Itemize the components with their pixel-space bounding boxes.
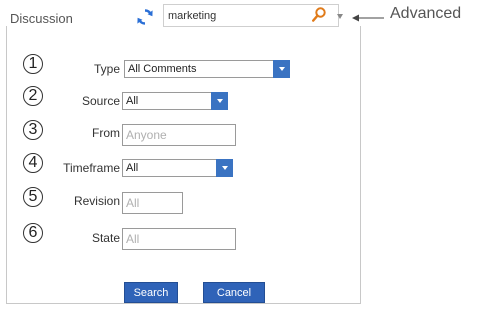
- type-label: Type: [93, 62, 120, 76]
- advanced-callout-label: Advanced: [390, 5, 462, 22]
- state-field[interactable]: [122, 228, 236, 250]
- revision-label: Revision: [73, 194, 120, 208]
- step-number-6: 6: [23, 223, 43, 243]
- chevron-down-icon[interactable]: [211, 92, 228, 110]
- from-field[interactable]: [122, 124, 236, 146]
- source-select[interactable]: All: [122, 92, 228, 110]
- chevron-down-icon[interactable]: [273, 60, 290, 78]
- source-select-value: All: [126, 95, 139, 107]
- from-label: From: [92, 126, 120, 140]
- timeframe-select-value: All: [126, 162, 139, 174]
- step-number-2: 2: [23, 86, 43, 106]
- panel-title: Discussion: [10, 11, 73, 26]
- step-number-1: 1: [23, 54, 43, 74]
- dropdown-caret-icon[interactable]: [337, 14, 343, 19]
- search-input[interactable]: [168, 8, 298, 23]
- type-select[interactable]: All Comments: [124, 60, 290, 78]
- chevron-down-icon[interactable]: [216, 159, 233, 177]
- refresh-icon[interactable]: [136, 8, 154, 26]
- step-number-3: 3: [23, 120, 43, 140]
- state-label: State: [91, 231, 120, 245]
- timeframe-select[interactable]: All: [122, 159, 233, 177]
- revision-input[interactable]: [126, 193, 182, 213]
- type-select-value: All Comments: [128, 63, 197, 75]
- timeframe-label: Timeframe: [63, 161, 120, 175]
- cancel-button[interactable]: Cancel: [203, 282, 265, 303]
- from-input[interactable]: [126, 125, 235, 145]
- revision-field[interactable]: [122, 192, 183, 214]
- source-label: Source: [81, 94, 120, 108]
- state-input[interactable]: [126, 229, 235, 249]
- magnifier-icon[interactable]: [312, 7, 326, 22]
- step-number-5: 5: [23, 187, 43, 207]
- search-button[interactable]: Search: [124, 282, 178, 303]
- arrow-left-icon: [352, 14, 384, 22]
